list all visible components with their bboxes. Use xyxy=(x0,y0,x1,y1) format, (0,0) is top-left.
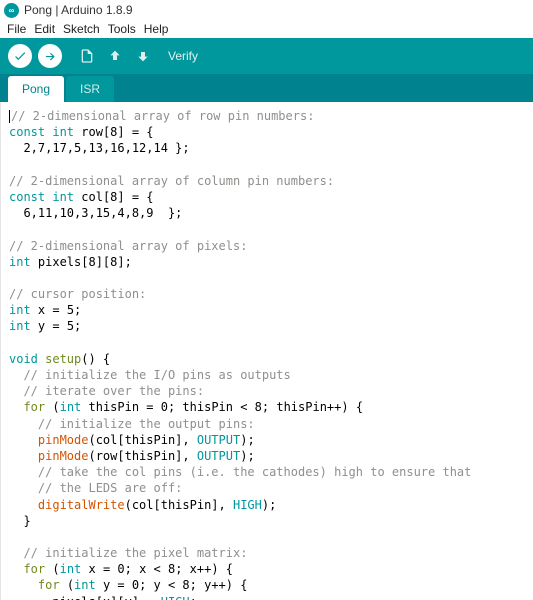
code-line: for (int x = 0; x < 8; x++) { xyxy=(9,561,525,577)
code-line: pinMode(col[thisPin], OUTPUT); xyxy=(9,432,525,448)
code-line: for (int thisPin = 0; thisPin < 8; thisP… xyxy=(9,399,525,415)
tab-pong[interactable]: Pong xyxy=(8,76,64,102)
code-line: 2,7,17,5,13,16,12,14 }; xyxy=(9,140,525,156)
toolbar-status-label: Verify xyxy=(168,49,198,63)
arrow-up-icon xyxy=(107,48,123,64)
code-line xyxy=(9,270,525,286)
code-line: } xyxy=(9,513,525,529)
menubar: File Edit Sketch Tools Help xyxy=(0,20,533,38)
code-line: // the LEDS are off: xyxy=(9,480,525,496)
code-line: // initialize the pixel matrix: xyxy=(9,545,525,561)
code-line: // initialize the I/O pins as outputs xyxy=(9,367,525,383)
window-title: Pong | Arduino 1.8.9 xyxy=(24,3,133,17)
code-line xyxy=(9,335,525,351)
code-line xyxy=(9,157,525,173)
code-line: // 2-dimensional array of row pin number… xyxy=(9,108,525,124)
code-line: pixels[x][y] = HIGH; xyxy=(9,594,525,600)
code-line: int y = 5; xyxy=(9,318,525,334)
verify-button[interactable] xyxy=(8,44,32,68)
code-line: // 2-dimensional array of pixels: xyxy=(9,238,525,254)
code-line: pinMode(row[thisPin], OUTPUT); xyxy=(9,448,525,464)
upload-button[interactable] xyxy=(38,44,62,68)
code-line: // cursor position: xyxy=(9,286,525,302)
save-button[interactable] xyxy=(132,45,154,67)
menu-file[interactable]: File xyxy=(4,22,29,36)
code-line: // 2-dimensional array of column pin num… xyxy=(9,173,525,189)
menu-sketch[interactable]: Sketch xyxy=(60,22,103,36)
code-line: for (int y = 0; y < 8; y++) { xyxy=(9,577,525,593)
code-line: // take the col pins (i.e. the cathodes)… xyxy=(9,464,525,480)
arrow-right-icon xyxy=(43,49,57,63)
code-line: void setup() { xyxy=(9,351,525,367)
code-line xyxy=(9,221,525,237)
toolbar: Verify xyxy=(0,38,533,74)
code-line: int x = 5; xyxy=(9,302,525,318)
code-line: const int col[8] = { xyxy=(9,189,525,205)
code-line: const int row[8] = { xyxy=(9,124,525,140)
code-editor[interactable]: // 2-dimensional array of row pin number… xyxy=(0,102,533,600)
code-line: int pixels[8][8]; xyxy=(9,254,525,270)
code-line: // initialize the output pins: xyxy=(9,416,525,432)
new-button[interactable] xyxy=(76,45,98,67)
titlebar: ∞ Pong | Arduino 1.8.9 xyxy=(0,0,533,20)
code-line: digitalWrite(col[thisPin], HIGH); xyxy=(9,497,525,513)
menu-tools[interactable]: Tools xyxy=(105,22,139,36)
arduino-logo-icon: ∞ xyxy=(4,3,19,18)
code-line: 6,11,10,3,15,4,8,9 }; xyxy=(9,205,525,221)
tab-strip: Pong ISR xyxy=(0,74,533,102)
file-icon xyxy=(79,48,95,64)
tab-isr[interactable]: ISR xyxy=(66,76,114,102)
menu-help[interactable]: Help xyxy=(141,22,172,36)
arrow-down-icon xyxy=(135,48,151,64)
code-line xyxy=(9,529,525,545)
open-button[interactable] xyxy=(104,45,126,67)
menu-edit[interactable]: Edit xyxy=(31,22,58,36)
code-line: // iterate over the pins: xyxy=(9,383,525,399)
check-icon xyxy=(13,49,27,63)
